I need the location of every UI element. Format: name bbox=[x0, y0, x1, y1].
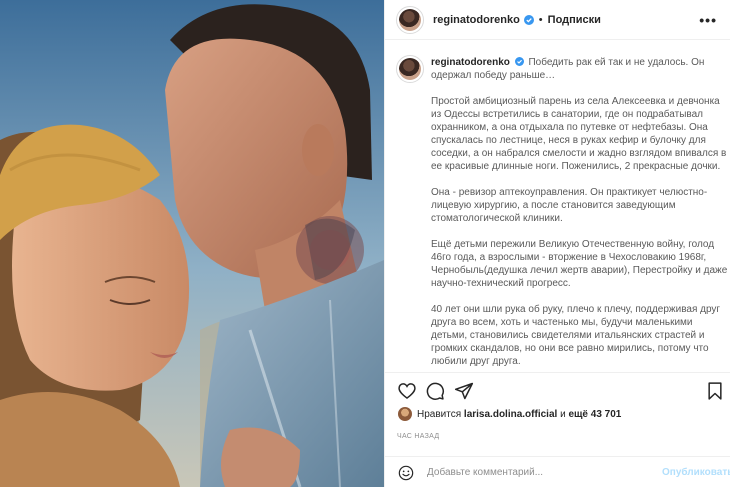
verified-badge-icon bbox=[523, 14, 534, 25]
caption-line: 40 лет они шли рука об руку, плечо к пле… bbox=[431, 304, 721, 315]
likes-prefix: Нравится bbox=[417, 408, 462, 420]
caption-scroll-area[interactable]: reginatodorenko Победить рак ей так и не… bbox=[385, 41, 730, 371]
liker-avatar[interactable] bbox=[398, 407, 412, 421]
more-options-icon[interactable]: ••• bbox=[699, 12, 717, 28]
caption-line: охранником, а она отдыхала по путевке от… bbox=[431, 122, 708, 133]
post-sidebar: reginatodorenko • Подписки ••• reginatod… bbox=[384, 0, 730, 487]
paper-plane-icon[interactable] bbox=[454, 381, 474, 401]
likes-count[interactable]: ещё 43 701 bbox=[568, 409, 621, 420]
author-username[interactable]: reginatodorenko bbox=[433, 14, 520, 26]
following-button[interactable]: Подписки bbox=[548, 14, 601, 26]
caption-paragraph-gap bbox=[431, 225, 730, 238]
verified-badge-icon bbox=[514, 57, 524, 66]
caption-line: детьми, становились свидетелями итальянс… bbox=[431, 330, 705, 341]
avatar-image bbox=[399, 8, 421, 31]
likes-summary: Нравится larisa.dolina.official и ещё 43… bbox=[398, 407, 621, 421]
caption-username[interactable]: reginatodorenko bbox=[431, 57, 510, 68]
heart-icon[interactable] bbox=[397, 381, 417, 401]
caption-line: Чернобыль(дедушка лечил жертв аварии), П… bbox=[431, 265, 728, 276]
action-bar bbox=[385, 372, 730, 406]
caption-line: лицевую хирургию, а после становится зав… bbox=[431, 200, 676, 211]
caption-line: ее красивые длинные ноги. Поженились, 2 … bbox=[431, 161, 721, 172]
caption-line: спускалась по лестнице, неся в руках кеф… bbox=[431, 135, 706, 146]
likes-middle: и bbox=[560, 408, 566, 420]
liker-username[interactable]: larisa.dolina.official bbox=[464, 409, 557, 420]
caption-line: научно-технический прогресс. bbox=[431, 278, 571, 289]
caption-line: одержал победу раньше… bbox=[431, 70, 556, 81]
caption-line: соседки, а он набрался смелости и жадно … bbox=[431, 148, 727, 159]
comment-icon[interactable] bbox=[425, 381, 445, 401]
post-image[interactable] bbox=[0, 0, 384, 487]
caption-avatar-ring[interactable] bbox=[396, 55, 424, 83]
post-photo-illustration bbox=[0, 0, 384, 487]
caption-avatar bbox=[399, 58, 421, 80]
post-timestamp[interactable]: ЧАС НАЗАД bbox=[397, 433, 439, 440]
caption-paragraph-gap bbox=[431, 290, 730, 303]
caption-first-line: reginatodorenko Победить рак ей так и не… bbox=[431, 56, 730, 69]
caption-line: друга во всем, хоть и частенько мы, буду… bbox=[431, 317, 693, 328]
caption-line: 46го года, а взрослыми - вторжение в Чех… bbox=[431, 252, 707, 263]
caption-line: стоматологической клиники. bbox=[431, 213, 563, 224]
caption-line: Простой амбициозный парень из села Алекс… bbox=[431, 96, 720, 107]
caption-text: reginatodorenko Победить рак ей так и не… bbox=[431, 56, 730, 368]
smiley-icon[interactable] bbox=[398, 465, 414, 481]
caption-line: из Одессы встретились в санатории, где о… bbox=[431, 109, 704, 120]
comment-input[interactable] bbox=[427, 467, 647, 478]
post-header: reginatodorenko • Подписки ••• bbox=[385, 0, 730, 40]
caption-paragraph-gap bbox=[431, 82, 730, 95]
publish-button[interactable]: Опубликовать bbox=[662, 467, 730, 478]
caption-line: Победить рак ей так и не удалось. Он bbox=[528, 57, 705, 68]
caption-line: Она - ревизор аптекоуправления. Он практ… bbox=[431, 187, 708, 198]
author-avatar[interactable] bbox=[396, 5, 424, 34]
bookmark-icon[interactable] bbox=[705, 381, 725, 401]
caption-line: Ещё детьми пережили Великую Отечественну… bbox=[431, 239, 715, 250]
separator-dot: • bbox=[538, 13, 543, 26]
caption-line: любили друг друга. bbox=[431, 356, 521, 367]
caption-line: громких скандалов, но они все равно мири… bbox=[431, 343, 709, 354]
comment-composer: Опубликовать bbox=[385, 456, 730, 487]
caption-paragraph-gap bbox=[431, 173, 730, 186]
